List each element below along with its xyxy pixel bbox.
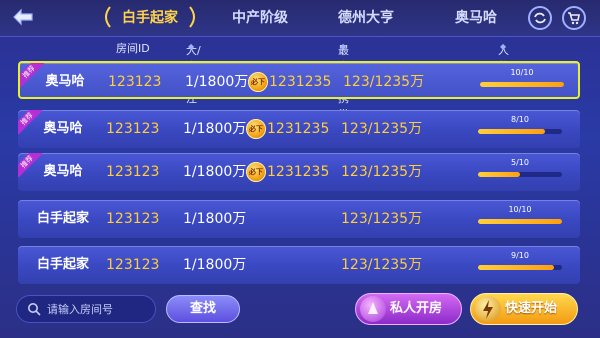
room-name: 奥马哈 [43,121,83,136]
blinds-value: 1/1800万 [183,211,247,227]
room-id: 123123 [106,164,160,180]
players-bar-fill [478,219,562,224]
back-button[interactable] [6,4,40,30]
blinds-value: 1/1800万 [183,121,247,137]
players-bar-fill [478,172,520,177]
quick-start-icon [475,296,501,322]
players-bar [478,172,562,177]
laurel-right-icon [189,6,195,28]
refresh-button[interactable] [528,6,552,30]
buyin-value: 123/1235万 [341,211,423,227]
buyin-value: 123/1235万 [341,121,423,137]
buyin-value: 123/1235万 [343,74,425,90]
table-header: 房间ID 大/小盲注◆ 最小/大携带◆ 人数◆ [116,42,509,121]
search-box[interactable] [16,295,156,323]
players-count: 8/10 [511,115,529,124]
coin-icon: 必下 [246,119,266,139]
sort-icon: ◆ [188,42,195,51]
players-bar-fill [478,265,554,270]
quick-start-label: 快速开始 [505,301,558,316]
room-name: 白手起家 [36,257,89,272]
blinds-value: 1/1800万 [183,257,247,273]
room-id: 123123 [106,211,160,227]
players-bar-fill [480,82,564,87]
room-id: 123123 [106,257,160,273]
private-room-icon [360,296,386,322]
sort-icon: ◆ [500,42,507,51]
room-name: 奥马哈 [45,74,85,89]
top-bar: 白手起家 中产阶级 德州大亨 奥马哈 [0,0,600,37]
tab-baishou[interactable]: 白手起家 [112,7,188,29]
room-id: 123123 [106,121,160,137]
room-id: 123123 [108,74,162,90]
buyin-value: 123/1235万 [341,164,423,180]
search-icon [28,303,41,316]
refresh-icon [534,12,546,24]
sort-icon: ◆ [340,42,347,51]
tab-dezhou[interactable]: 德州大亨 [326,7,406,29]
laurel-left-icon [105,6,111,28]
find-button[interactable]: 查找 [166,295,240,323]
private-room-button[interactable]: 私人开房 [355,293,462,325]
players-bar [478,129,562,134]
players-bar [478,265,562,270]
table-row[interactable]: 推荐 奥马哈 123123 1/1800万 必下 1231235 123/1235万 8/10 [18,110,580,148]
table-row[interactable]: 白手起家 123123 1/1800万 123/1235万 10/10 [18,200,580,238]
players-bar [478,219,562,224]
coin-icon: 必下 [246,162,266,182]
room-name: 白手起家 [36,211,89,226]
quick-start-button[interactable]: 快速开始 [470,293,578,325]
mandatory-bet: 1231235 [267,121,330,137]
players-count: 5/10 [511,158,529,167]
coin-icon: 必下 [248,72,268,92]
players-count: 10/10 [510,68,534,77]
players-bar [480,82,564,87]
blinds-value: 1/1800万 [183,164,247,180]
room-name: 奥马哈 [43,164,83,179]
tab-aomaha[interactable]: 奥马哈 [448,7,504,29]
shop-button[interactable] [562,6,586,30]
mandatory-bet: 1231235 [267,164,330,180]
header-room-id: 房间ID [116,42,150,55]
search-input[interactable] [47,300,152,318]
blinds-value: 1/1800万 [185,74,249,90]
mandatory-bet: 1231235 [269,74,332,90]
tab-zhongchan[interactable]: 中产阶级 [222,7,298,29]
players-count: 9/10 [511,251,529,260]
players-bar-fill [478,129,546,134]
private-room-label: 私人开房 [390,301,443,316]
table-row[interactable]: 白手起家 123123 1/1800万 123/1235万 9/10 [18,246,580,284]
table-row[interactable]: 推荐 奥马哈 123123 1/1800万 必下 1231235 123/1235万 5/10 [18,153,580,191]
back-arrow-icon [13,8,33,26]
cart-icon [568,12,580,25]
players-count: 10/10 [508,205,532,214]
table-row[interactable]: 推荐 奥马哈 123123 1/1800万 必下 1231235 123/1235万 10/1… [18,61,580,99]
buyin-value: 123/1235万 [341,257,423,273]
